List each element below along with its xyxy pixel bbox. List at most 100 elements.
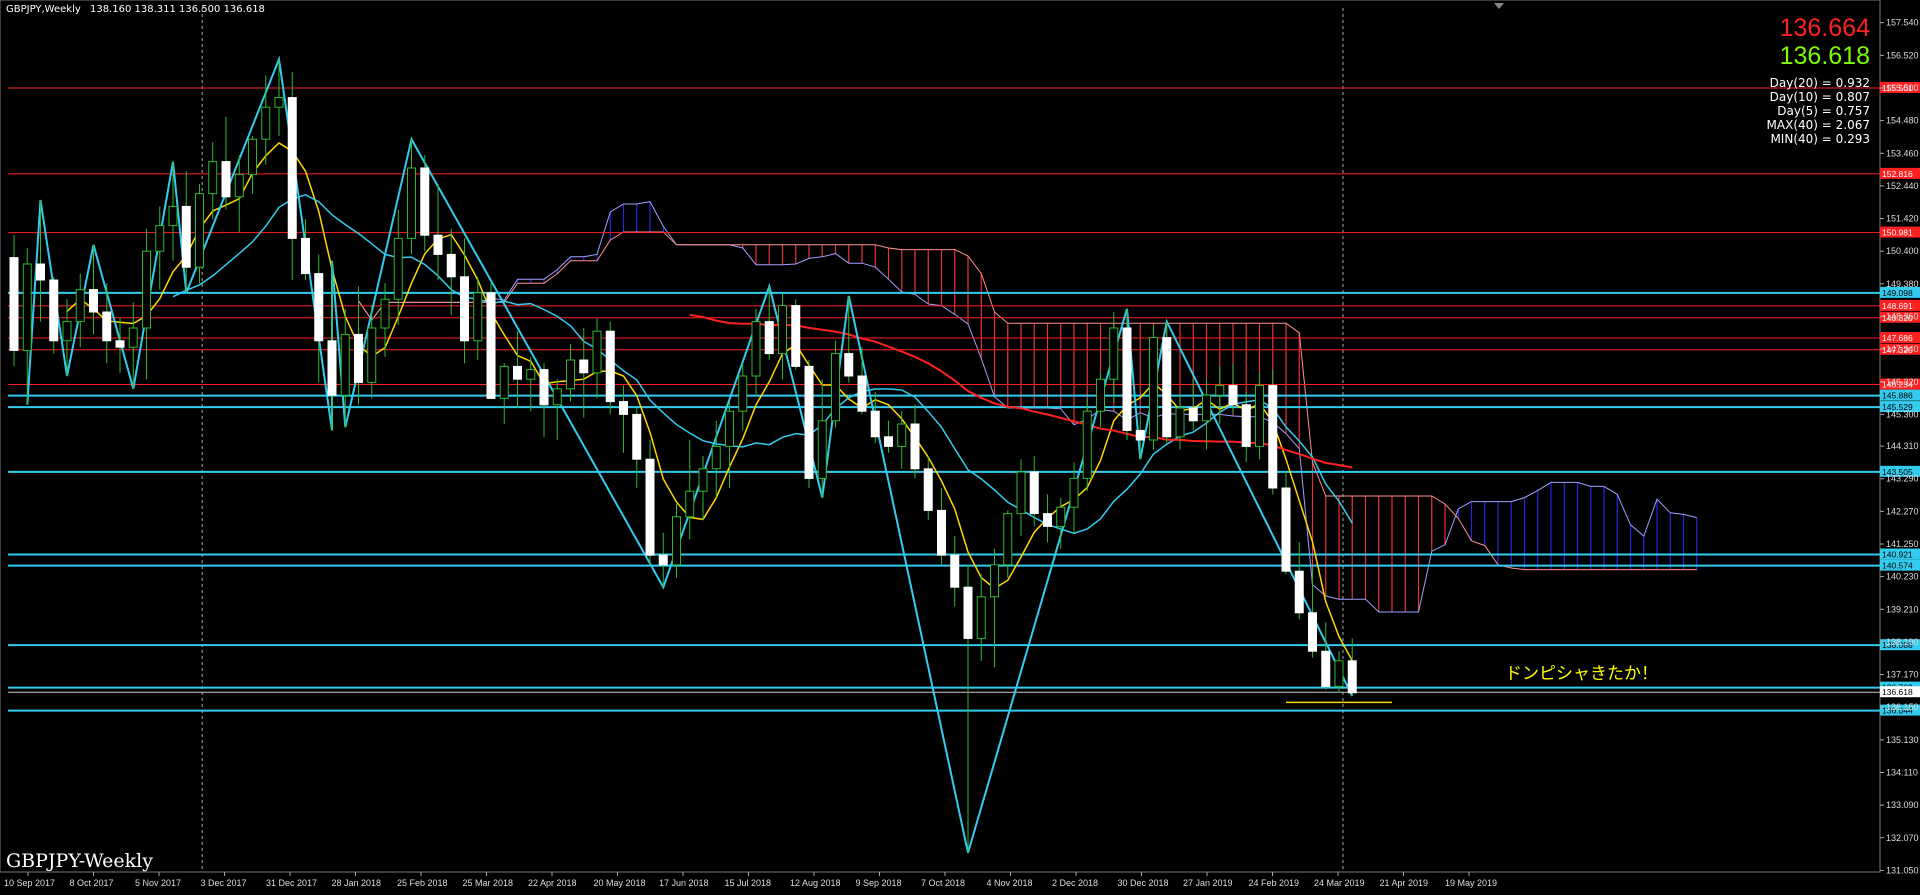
candle-bear	[804, 365, 814, 479]
x-tick-label: 8 Oct 2017	[70, 878, 114, 888]
chart-shift-marker-icon[interactable]	[1494, 3, 1504, 9]
x-tick-label: 27 Jan 2019	[1183, 878, 1233, 888]
price-level-label: 145.886	[1882, 391, 1913, 401]
x-axis: 10 Sep 2017 8 Oct 2017 5 Nov 2017 3 Dec 201…	[4, 872, 1497, 888]
volatility-stats: Day(20) = 0.932 Day(10) = 0.807 Day(5) =…	[1767, 76, 1870, 146]
y-tick-label: 137.170	[1886, 670, 1919, 680]
price-level-label: 136.618	[1882, 687, 1913, 697]
candle-bull	[990, 564, 999, 598]
y-tick-label: 149.380	[1886, 279, 1919, 289]
candle-bull	[62, 321, 72, 342]
stat-max40: MAX(40) = 2.067	[1766, 118, 1870, 132]
candle-bull	[1056, 506, 1066, 527]
candle-bull	[234, 173, 244, 198]
candle-bear	[1347, 660, 1357, 694]
candle-bear	[645, 458, 655, 556]
candle-bull	[566, 359, 575, 390]
candle-bull	[340, 333, 350, 396]
candle-bull	[711, 445, 721, 470]
candle-bull	[1255, 385, 1264, 447]
x-tick-label: 20 May 2018	[594, 878, 646, 888]
candle-bull	[499, 365, 509, 399]
y-tick-label: 151.420	[1886, 214, 1919, 224]
candle-bear	[1321, 650, 1331, 687]
candle-bull	[725, 410, 734, 447]
candle-bear	[102, 311, 112, 342]
x-tick-label: 2 Dec 2018	[1052, 878, 1098, 888]
x-tick-label: 30 Dec 2018	[1118, 878, 1169, 888]
candle-bull	[22, 263, 32, 351]
symbol-timeframe: GBPJPY,Weekly	[6, 4, 81, 15]
price-level-label: 149.098	[1882, 288, 1913, 298]
y-axis: 157.540 156.520 155.500 154.480 153.460 152.4…	[1880, 18, 1919, 875]
candle-bear	[1135, 429, 1145, 441]
candle-bull	[778, 305, 787, 355]
stat-day20: Day(20) = 0.932	[1769, 76, 1870, 90]
candle-bull	[897, 423, 907, 447]
candle-bull	[1016, 471, 1026, 515]
candle-bull	[552, 388, 562, 406]
y-tick-label: 157.540	[1886, 18, 1919, 28]
candle-bull	[1003, 513, 1013, 566]
plot-frame	[0, 0, 1881, 873]
x-tick-label: 24 Mar 2019	[1314, 878, 1365, 888]
candle-bull	[738, 375, 748, 412]
candle-bull	[1175, 407, 1185, 438]
x-tick-label: 22 Apr 2018	[528, 878, 577, 888]
candle-bear	[287, 97, 297, 239]
y-tick-label: 134.110	[1886, 767, 1918, 777]
y-tick-label: 152.440	[1886, 181, 1919, 191]
y-tick-label: 155.500	[1886, 83, 1919, 93]
candle-bull	[380, 298, 390, 329]
candle-bear	[9, 257, 19, 351]
x-tick-label: 5 Nov 2017	[135, 878, 181, 888]
stat-day5: Day(5) = 0.757	[1777, 104, 1870, 118]
candle-bull	[195, 193, 204, 268]
candle-bear	[446, 253, 456, 278]
candle-bear	[632, 413, 642, 460]
candle-bull	[274, 97, 284, 108]
candle-bear	[1029, 471, 1039, 515]
candle-bull	[393, 237, 403, 300]
candle-bear	[539, 369, 549, 406]
candle-bear	[579, 359, 589, 374]
candle-bull	[698, 468, 708, 492]
candle-bear	[658, 554, 668, 566]
candle-bull	[75, 289, 85, 323]
x-tick-label: 9 Sep 2018	[856, 878, 902, 888]
y-tick-label: 154.480	[1886, 116, 1919, 126]
x-tick-label: 15 Jul 2018	[725, 878, 772, 888]
x-tick-label: 7 Oct 2018	[921, 878, 965, 888]
candle-bear	[181, 205, 191, 268]
candle-bear	[460, 276, 469, 342]
candle-bear	[1188, 407, 1198, 422]
candle-bear	[1308, 612, 1317, 652]
y-tick-label: 148.360	[1886, 311, 1919, 321]
candle-bull	[248, 138, 257, 175]
candle-bear	[115, 340, 125, 348]
candle-bear	[619, 401, 628, 415]
y-tick-label: 140.230	[1886, 572, 1919, 582]
x-tick-label: 4 Nov 2018	[987, 878, 1033, 888]
candle-bear	[301, 237, 310, 275]
x-tick-label: 25 Feb 2018	[397, 878, 448, 888]
y-tick-label: 144.310	[1886, 441, 1919, 451]
candle-bear	[513, 365, 522, 380]
price-chart[interactable]: 155.501152.816150.981149.098148.691148.3…	[0, 0, 1920, 891]
candle-bull	[168, 205, 178, 227]
candle-bear	[1043, 513, 1052, 527]
candle-bear	[221, 161, 231, 198]
candle-bear	[327, 340, 337, 396]
y-tick-label: 133.090	[1886, 800, 1919, 810]
candle-bear	[605, 330, 615, 403]
candle-bear	[764, 321, 774, 355]
candle-bull	[155, 225, 165, 252]
chart-area[interactable]: 155.501 152.816 150.981 149.098 148.691 148.3…	[0, 0, 1920, 891]
x-tick-label: 12 Aug 2018	[790, 878, 841, 888]
x-tick-label: 21 Apr 2019	[1380, 878, 1429, 888]
candle-bear	[1281, 487, 1291, 572]
y-tick-label: 145.300	[1886, 409, 1919, 419]
candle-bear	[89, 289, 98, 313]
candle-bull	[1069, 477, 1079, 508]
y-tick-label: 153.460	[1886, 148, 1919, 158]
